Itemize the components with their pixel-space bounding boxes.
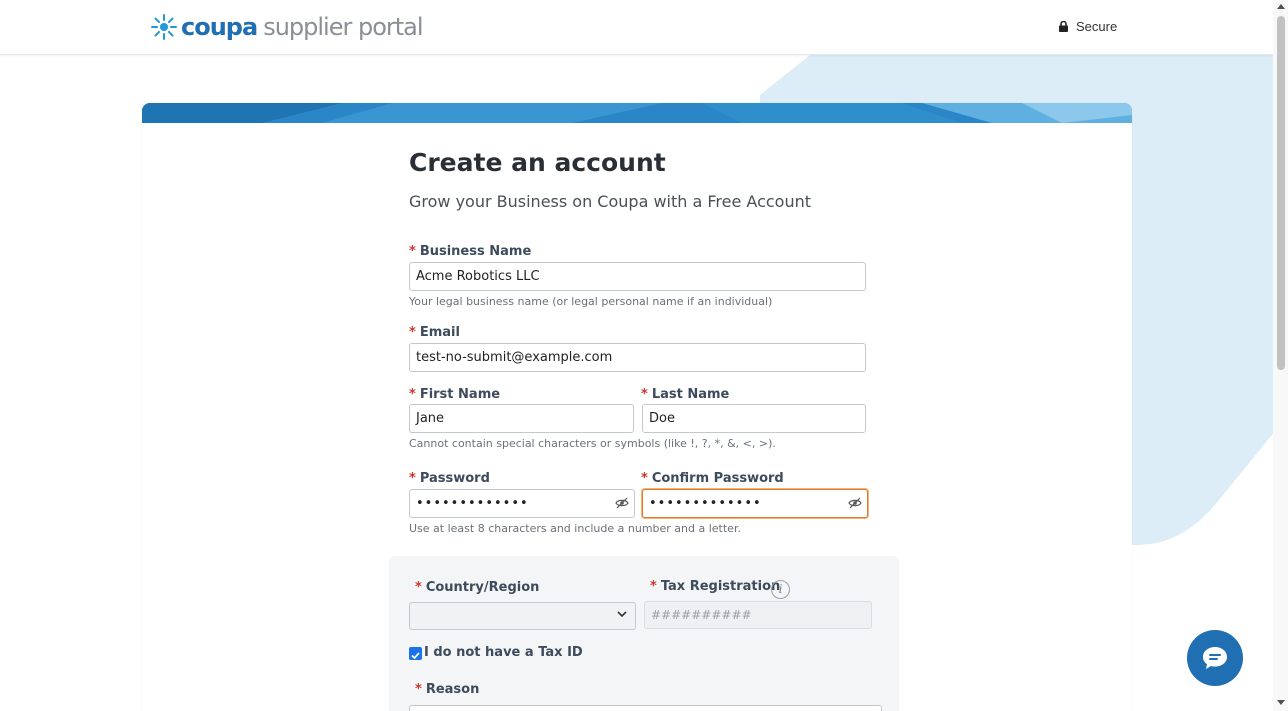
tax-registration-input[interactable]: ########## <box>644 601 872 629</box>
info-icon[interactable]: i <box>771 580 790 599</box>
email-label-text: Email <box>419 325 460 340</box>
chat-button[interactable] <box>1187 630 1243 686</box>
page-subtitle: Grow your Business on Coupa with a Free … <box>409 192 812 211</box>
confirm-password-input[interactable]: ••••••••••••• <box>642 489 868 518</box>
email-label: * Email <box>409 325 460 340</box>
password-hint: Use at least 8 characters and include a … <box>409 522 741 535</box>
card-header-band <box>142 103 1132 123</box>
confirm-password-label: * Confirm Password <box>641 471 784 486</box>
reason-input[interactable] <box>409 705 882 711</box>
no-tax-id-checkbox[interactable] <box>409 647 422 660</box>
first-name-label-text: First Name <box>419 387 501 402</box>
required-marker: * <box>415 682 422 697</box>
business-name-hint: Your legal business name (or legal perso… <box>409 295 773 308</box>
required-marker: * <box>409 244 416 259</box>
required-marker: * <box>409 387 416 402</box>
no-tax-id-label[interactable]: I do not have a Tax ID <box>424 645 583 660</box>
chevron-down-icon <box>617 611 627 618</box>
password-value: ••••••••••••• <box>416 496 529 511</box>
confirm-password-value: ••••••••••••• <box>649 496 762 511</box>
required-marker: * <box>650 579 657 594</box>
reason-label: * Reason <box>415 682 479 697</box>
secure-indicator: Secure <box>1059 19 1117 34</box>
eye-slash-icon[interactable] <box>848 497 862 509</box>
name-hint: Cannot contain special characters or sym… <box>409 437 776 450</box>
confirm-password-label-text: Confirm Password <box>651 471 784 486</box>
required-marker: * <box>641 471 648 486</box>
last-name-label-text: Last Name <box>651 387 730 402</box>
chat-icon <box>1203 647 1227 669</box>
eye-slash-icon[interactable] <box>615 497 629 509</box>
scroll-thumb[interactable] <box>1277 16 1285 370</box>
last-name-input[interactable]: Doe <box>642 404 866 433</box>
page-title: Create an account <box>409 148 666 177</box>
coupa-supplier-portal-logo[interactable]: coupa supplier portal <box>150 12 424 42</box>
business-name-label: * Business Name <box>409 244 531 259</box>
tax-registration-label-text: Tax Registration <box>660 579 781 594</box>
required-marker: * <box>409 325 416 340</box>
scroll-down-arrow-icon[interactable] <box>1277 700 1285 705</box>
logo-brand-text: coupa <box>181 13 258 41</box>
first-name-label: * First Name <box>409 387 500 402</box>
required-marker: * <box>409 471 416 486</box>
country-label-text: Country/Region <box>425 580 540 595</box>
logo-product-text: supplier portal <box>263 13 423 41</box>
top-navigation-bar: coupa supplier portal Secure <box>0 0 1288 55</box>
reason-label-text: Reason <box>425 682 480 697</box>
page-scrollbar[interactable] <box>1273 0 1288 711</box>
country-select[interactable] <box>409 602 636 630</box>
checkmark-icon <box>411 652 420 660</box>
scroll-up-arrow-icon[interactable] <box>1277 4 1285 9</box>
coupa-burst-icon <box>151 14 177 40</box>
secure-label: Secure <box>1076 19 1118 34</box>
password-label: * Password <box>409 471 490 486</box>
password-label-text: Password <box>419 471 490 486</box>
required-marker: * <box>641 387 648 402</box>
country-label: * Country/Region <box>415 580 539 595</box>
business-name-input[interactable]: Acme Robotics LLC <box>409 262 866 291</box>
required-marker: * <box>415 580 422 595</box>
password-input[interactable]: ••••••••••••• <box>409 489 635 518</box>
business-name-label-text: Business Name <box>419 244 532 259</box>
first-name-input[interactable]: Jane <box>409 404 634 433</box>
tax-registration-label: * Tax Registration <box>650 579 780 594</box>
last-name-label: * Last Name <box>641 387 729 402</box>
email-input[interactable]: test-no-submit@example.com <box>409 343 866 372</box>
lock-icon <box>1059 21 1068 32</box>
